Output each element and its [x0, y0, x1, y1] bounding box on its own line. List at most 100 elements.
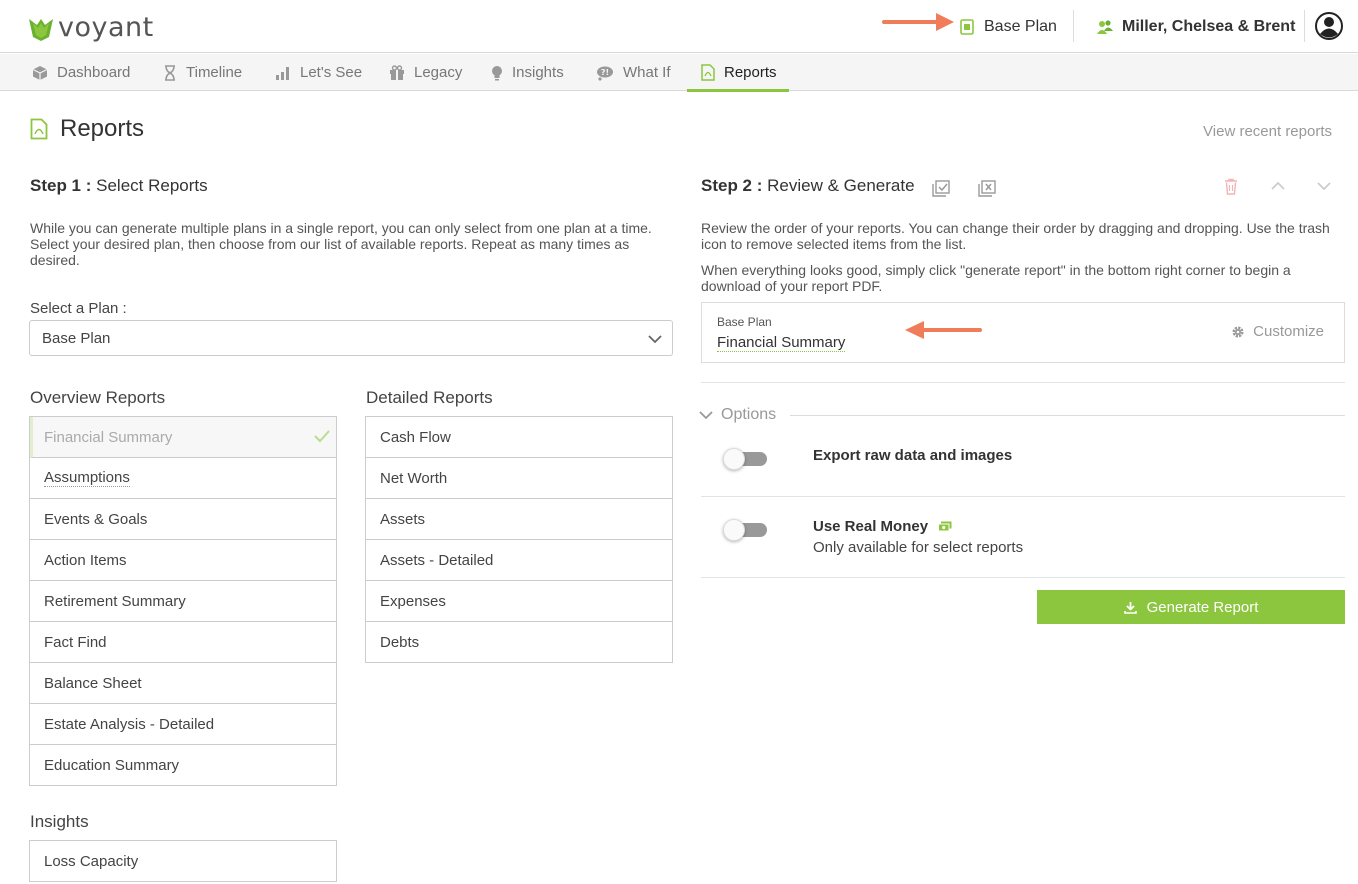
- current-plan-button[interactable]: Base Plan: [960, 14, 1057, 40]
- real-money-heading: Use Real Money: [813, 518, 952, 535]
- report-item-retirement-summary[interactable]: Retirement Summary: [30, 581, 336, 622]
- report-item-label: Net Worth: [380, 469, 448, 487]
- client-name: Miller, Chelsea & Brent: [1122, 18, 1296, 35]
- header-divider: [1304, 10, 1305, 42]
- toggle-knob: [723, 519, 745, 541]
- chevron-down-icon: [699, 411, 713, 420]
- step1-heading: Step 1 : Select Reports: [30, 176, 208, 196]
- report-item-action-items[interactable]: Action Items: [30, 540, 336, 581]
- report-item-education-summary[interactable]: Education Summary: [30, 745, 336, 786]
- select-plan-label: Select a Plan :: [30, 300, 127, 317]
- report-item-label: Cash Flow: [380, 428, 451, 446]
- detailed-reports-heading: Detailed Reports: [366, 388, 493, 407]
- customize-button[interactable]: Customize: [1231, 323, 1324, 340]
- pdf-file-icon: [701, 64, 715, 81]
- tab-what-if[interactable]: ?! What If: [596, 54, 671, 91]
- chevron-down-icon: [648, 335, 662, 344]
- real-money-label: Use Real Money: [813, 518, 929, 535]
- export-raw-data-label: Export raw data and images: [813, 447, 1013, 464]
- tab-label: Dashboard: [57, 64, 131, 81]
- export-raw-data-toggle[interactable]: [723, 448, 767, 470]
- step1-prefix: Step 1 :: [30, 176, 92, 195]
- report-item-balance-sheet[interactable]: Balance Sheet: [30, 663, 336, 704]
- cube-icon: [32, 65, 48, 80]
- trash-icon[interactable]: [1224, 178, 1238, 195]
- svg-text:?!: ?!: [601, 68, 609, 77]
- report-item-label: Events & Goals: [44, 510, 148, 528]
- users-icon: [1097, 20, 1113, 34]
- deselect-all-icon[interactable]: [978, 180, 996, 197]
- step2-prefix: Step 2 :: [701, 176, 763, 195]
- client-button[interactable]: Miller, Chelsea & Brent: [1096, 14, 1295, 40]
- tab-label: Let's See: [300, 64, 363, 81]
- check-icon: [314, 430, 330, 443]
- report-item-assumptions[interactable]: Assumptions: [30, 458, 336, 499]
- plan-select-value: Base Plan: [42, 329, 111, 347]
- toggle-knob: [723, 448, 745, 470]
- report-item-label: Action Items: [44, 551, 127, 569]
- money-icon: [938, 521, 952, 532]
- tab-label: Insights: [512, 64, 564, 81]
- report-item-label: Retirement Summary: [44, 592, 186, 610]
- user-account-icon[interactable]: [1314, 11, 1344, 41]
- divider: [701, 496, 1345, 497]
- tab-label: Legacy: [414, 64, 463, 81]
- report-item-loss-capacity[interactable]: Loss Capacity: [30, 841, 336, 882]
- report-item-fact-find[interactable]: Fact Find: [30, 622, 336, 663]
- lightbulb-icon: [492, 65, 502, 80]
- tab-timeline[interactable]: Timeline: [163, 54, 242, 91]
- voyant-logo-icon: [29, 18, 53, 41]
- plan-select[interactable]: Base Plan: [29, 320, 673, 356]
- insights-heading: Insights: [30, 812, 89, 831]
- move-down-icon[interactable]: [1317, 181, 1331, 191]
- report-item-net-worth[interactable]: Net Worth: [366, 458, 672, 499]
- divider: [790, 415, 1345, 416]
- insights-reports-list: Loss Capacity: [29, 840, 337, 882]
- tab-insights[interactable]: Insights: [491, 54, 564, 91]
- voyant-logo[interactable]: voyant: [28, 12, 154, 43]
- report-item-estate-analysis-detailed[interactable]: Estate Analysis - Detailed: [30, 704, 336, 745]
- report-item-cash-flow[interactable]: Cash Flow: [366, 417, 672, 458]
- overview-reports-list: Financial Summary Assumptions Events & G…: [29, 416, 337, 786]
- plan-document-icon: [960, 19, 974, 35]
- options-label: Options: [721, 406, 777, 423]
- page-title: Reports: [30, 115, 144, 143]
- report-item-label: Loss Capacity: [44, 852, 139, 870]
- report-item-label: Expenses: [380, 592, 446, 610]
- generate-report-button[interactable]: Generate Report: [1037, 590, 1345, 624]
- annotation-arrow-icon: [882, 13, 954, 31]
- tab-reports[interactable]: Reports: [687, 54, 789, 92]
- options-toggle[interactable]: Options: [699, 406, 776, 424]
- generate-report-label: Generate Report: [1146, 598, 1259, 616]
- move-up-icon[interactable]: [1271, 181, 1285, 191]
- report-item-label: Education Summary: [44, 756, 180, 774]
- report-item-expenses[interactable]: Expenses: [366, 581, 672, 622]
- bar-chart-icon: [276, 66, 289, 80]
- queue-plan-name: Base Plan: [717, 315, 772, 329]
- detailed-reports-list: Cash Flow Net Worth Assets Assets - Deta…: [365, 416, 673, 663]
- step2-heading: Step 2 : Review & Generate: [701, 176, 915, 196]
- overview-reports-heading: Overview Reports: [30, 388, 166, 407]
- selected-report-item[interactable]: Base Plan Financial Summary Customize: [701, 302, 1345, 363]
- report-item-label: Debts: [380, 633, 420, 651]
- real-money-toggle[interactable]: [723, 519, 767, 541]
- tab-label: What If: [623, 64, 671, 81]
- tab-legacy[interactable]: Legacy: [389, 54, 462, 91]
- page-title-text: Reports: [60, 115, 145, 142]
- real-money-sublabel: Only available for select reports: [813, 539, 1024, 556]
- view-recent-reports-link[interactable]: View recent reports: [1203, 123, 1332, 140]
- queue-report-name: Financial Summary: [717, 334, 846, 352]
- report-item-assets[interactable]: Assets: [366, 499, 672, 540]
- step1-title: Select Reports: [96, 176, 208, 195]
- tab-dashboard[interactable]: Dashboard: [32, 54, 130, 91]
- report-item-debts[interactable]: Debts: [366, 622, 672, 663]
- divider: [701, 577, 1345, 578]
- gear-icon: [1232, 326, 1244, 337]
- report-item-events-goals[interactable]: Events & Goals: [30, 499, 336, 540]
- step2-description-2: When everything looks good, simply click…: [701, 262, 1291, 294]
- tab-lets-see[interactable]: Let's See: [275, 54, 362, 91]
- report-item-financial-summary[interactable]: Financial Summary: [30, 417, 336, 458]
- select-all-icon[interactable]: [932, 180, 950, 197]
- report-item-assets-detailed[interactable]: Assets - Detailed: [366, 540, 672, 581]
- pdf-file-icon: [30, 118, 48, 140]
